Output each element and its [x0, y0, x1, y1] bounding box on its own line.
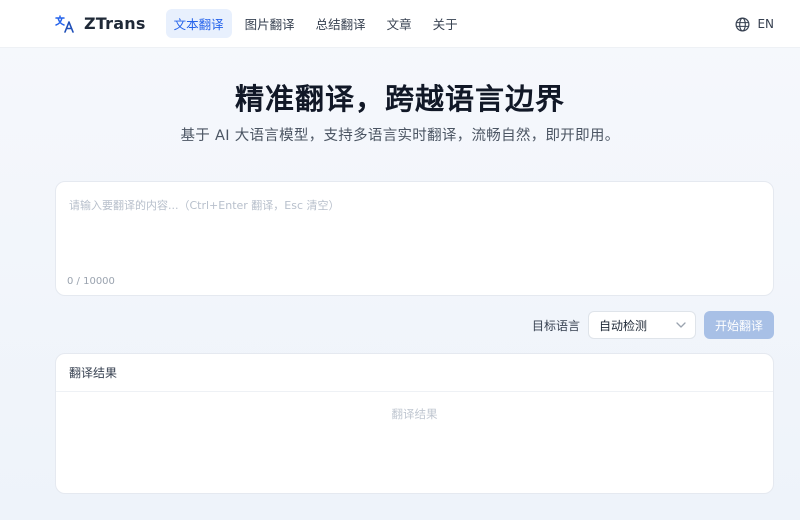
translate-icon: [55, 14, 74, 33]
nav-item-about[interactable]: 关于: [425, 9, 466, 38]
brand-name: ZTrans: [84, 14, 146, 33]
result-placeholder: 翻译结果: [391, 407, 438, 421]
brand[interactable]: ZTrans: [55, 14, 146, 33]
page-title: 精准翻译，跨越语言边界: [234, 82, 565, 116]
main-nav: 文本翻译 图片翻译 总结翻译 文章 关于: [165, 0, 471, 48]
language-label: EN: [757, 17, 774, 31]
nav-item-text-translate[interactable]: 文本翻译: [165, 9, 232, 38]
top-navigation-bar: ZTrans 文本翻译 图片翻译 总结翻译 文章 关于 EN: [0, 0, 800, 48]
chevron-down-icon: [676, 322, 686, 328]
nav-item-articles[interactable]: 文章: [379, 9, 420, 38]
target-language-select[interactable]: 自动检测: [588, 311, 696, 339]
translate-button[interactable]: 开始翻译: [704, 311, 774, 339]
source-text-input[interactable]: [56, 182, 773, 268]
nav-item-image-translate[interactable]: 图片翻译: [237, 9, 303, 38]
result-card: 翻译结果 翻译结果: [55, 353, 774, 494]
target-language-label: 目标语言: [531, 318, 580, 333]
nav-item-summary-translate[interactable]: 总结翻译: [308, 9, 374, 38]
language-switch[interactable]: EN: [735, 0, 774, 48]
page-subtitle: 基于 AI 大语言模型，支持多语言实时翻译，流畅自然，即开即用。: [180, 128, 620, 144]
result-header: 翻译结果: [56, 354, 773, 392]
translate-controls: 目标语言 自动检测 开始翻译: [532, 311, 774, 339]
char-count: 0 / 10000: [67, 276, 115, 287]
result-body: 翻译结果: [56, 392, 773, 493]
globe-icon: [735, 17, 750, 31]
target-language-value: 自动检测: [599, 318, 648, 333]
input-card: 0 / 10000: [55, 181, 774, 296]
